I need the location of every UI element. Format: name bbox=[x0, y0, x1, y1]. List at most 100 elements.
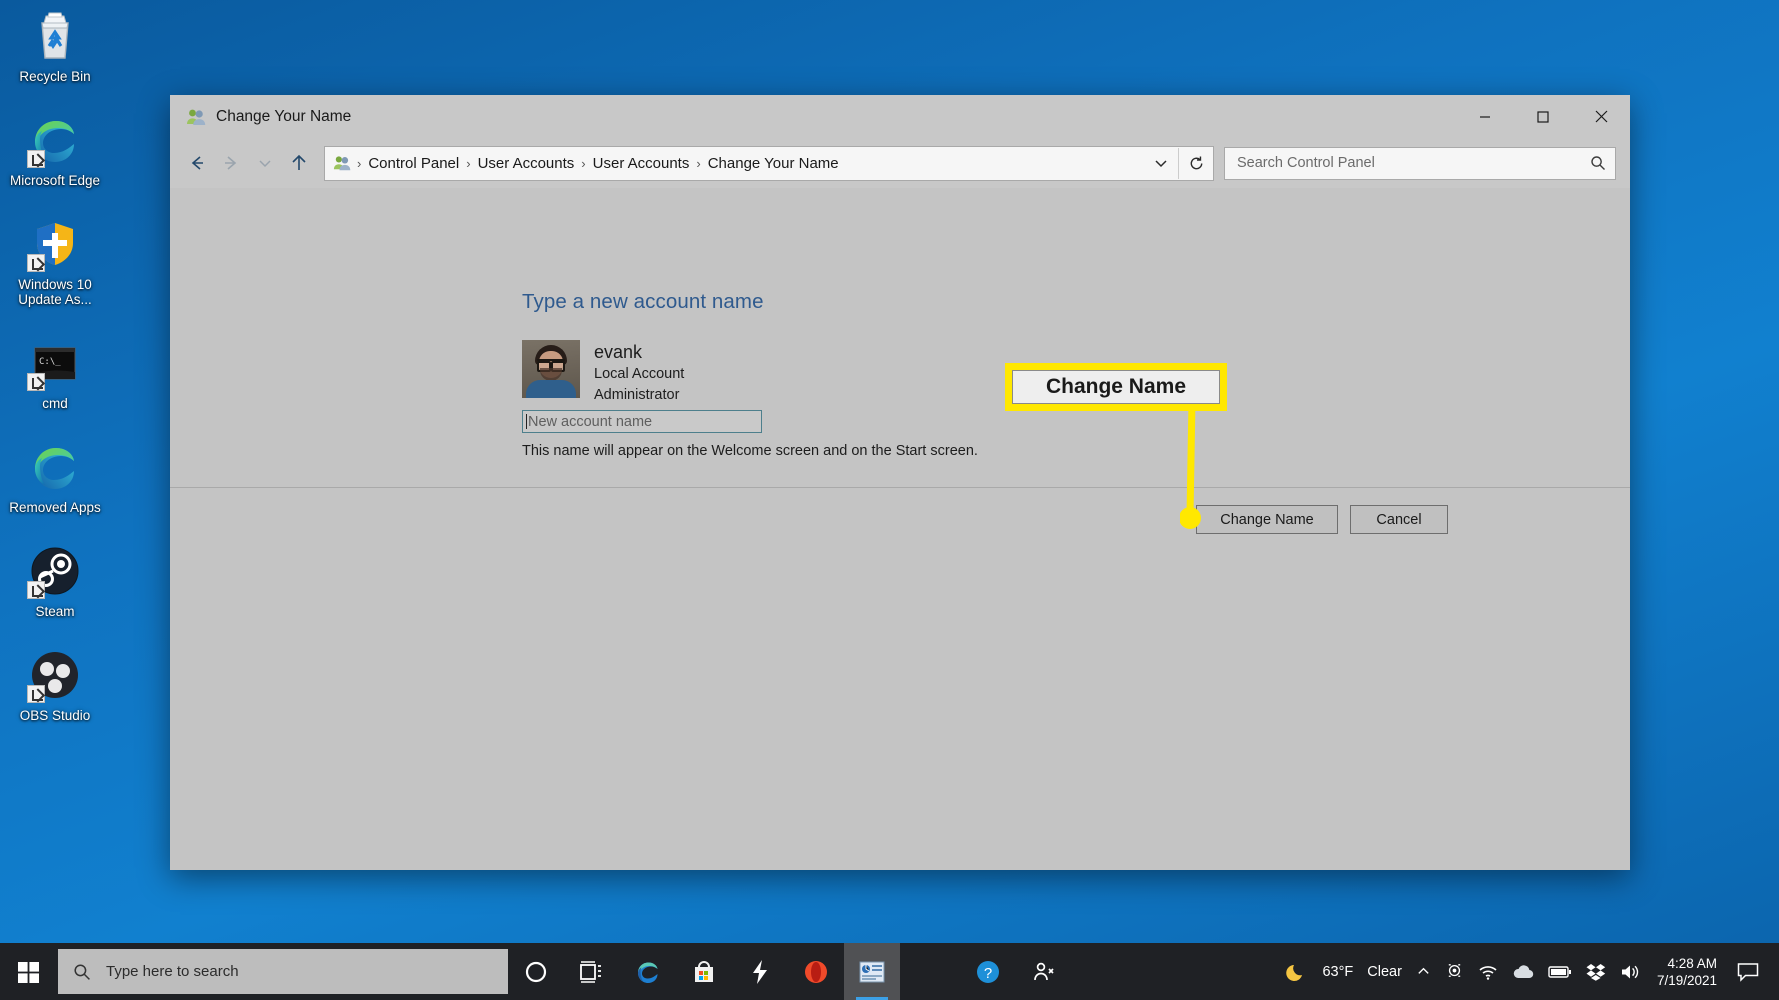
svg-text:?: ? bbox=[984, 965, 992, 982]
maximize-button[interactable] bbox=[1514, 95, 1572, 138]
desktop-icon-label: cmd bbox=[42, 396, 68, 411]
moon-icon[interactable] bbox=[1279, 943, 1315, 1000]
close-button[interactable] bbox=[1572, 95, 1630, 138]
user-accounts-icon bbox=[333, 154, 351, 172]
cortana-icon[interactable] bbox=[508, 943, 564, 1000]
system-tray: 63°F Clear 4:28 AM 7/19/2021 bbox=[1279, 943, 1779, 1000]
shortcut-arrow-icon bbox=[27, 150, 45, 168]
desktop-icon-label: Windows 10 Update As... bbox=[18, 277, 92, 307]
breadcrumb-item-user-accounts[interactable]: User Accounts bbox=[473, 155, 580, 172]
volume-icon[interactable] bbox=[1613, 943, 1649, 1000]
help-support-icon[interactable]: ? bbox=[960, 943, 1016, 1000]
taskbar: Type here to search ? 63°F Clear 4:28 AM… bbox=[0, 943, 1779, 1000]
search-icon[interactable] bbox=[1581, 155, 1615, 171]
obs-studio-icon bbox=[27, 647, 83, 703]
change-your-name-window: Change Your Name › Control Panel › User … bbox=[170, 95, 1630, 870]
desktop-icon-microsoft-edge[interactable]: Microsoft Edge bbox=[7, 112, 103, 188]
desktop-icon-obs-studio[interactable]: OBS Studio bbox=[7, 647, 103, 723]
microsoft-edge-icon bbox=[27, 439, 83, 495]
window-controls bbox=[1456, 95, 1630, 138]
address-bar-actions bbox=[1144, 147, 1213, 179]
account-name: evank bbox=[594, 342, 643, 362]
desktop-icon-cmd[interactable]: C:\_ cmd bbox=[7, 335, 103, 411]
taskbar-search-placeholder: Type here to search bbox=[106, 963, 239, 980]
svg-text:C:\_: C:\_ bbox=[39, 357, 61, 367]
action-center-icon[interactable] bbox=[1729, 943, 1773, 1000]
shortcut-arrow-icon bbox=[27, 581, 45, 599]
user-accounts-icon bbox=[186, 107, 206, 127]
breadcrumb-separator: › bbox=[357, 155, 362, 171]
refresh-icon[interactable] bbox=[1178, 147, 1213, 179]
microsoft-edge-icon[interactable] bbox=[620, 943, 676, 1000]
search-placeholder: Search Control Panel bbox=[1237, 155, 1375, 171]
avatar bbox=[522, 340, 580, 398]
window-title: Change Your Name bbox=[216, 107, 352, 125]
address-bar[interactable]: › Control Panel › User Accounts › User A… bbox=[324, 145, 1214, 181]
onedrive-cloud-icon[interactable] bbox=[1505, 943, 1541, 1000]
breadcrumb-item-user-accounts-2[interactable]: User Accounts bbox=[588, 155, 695, 172]
desktop-icon-steam[interactable]: Steam bbox=[7, 543, 103, 619]
desktop-icon-recycle-bin[interactable]: Recycle Bin bbox=[7, 8, 103, 84]
shortcut-arrow-icon bbox=[27, 254, 45, 272]
callout-highlight-change-name: Change Name bbox=[1005, 363, 1227, 411]
hint-text: This name will appear on the Welcome scr… bbox=[522, 443, 978, 459]
people-icon[interactable] bbox=[1016, 943, 1072, 1000]
microsoft-edge-icon bbox=[27, 112, 83, 168]
change-name-button[interactable]: Change Name bbox=[1196, 505, 1338, 534]
windows-start-button[interactable] bbox=[0, 943, 58, 1000]
desktop-icon-removed-apps[interactable]: Removed Apps bbox=[7, 439, 103, 515]
window-content: Type a new account name evank Local Acco… bbox=[170, 188, 1630, 870]
desktop-icon-label: Recycle Bin bbox=[19, 69, 91, 84]
wifi-icon[interactable] bbox=[1471, 943, 1505, 1000]
command-prompt-icon: C:\_ bbox=[27, 335, 83, 391]
forward-button[interactable] bbox=[214, 146, 248, 180]
account-type: Local Account bbox=[594, 366, 685, 382]
webcam-icon[interactable] bbox=[1438, 943, 1471, 1000]
recycle-bin-icon bbox=[27, 8, 83, 64]
clock-date: 7/19/2021 bbox=[1656, 972, 1717, 988]
control-panel-icon[interactable] bbox=[844, 943, 900, 1000]
taskbar-clock[interactable]: 4:28 AM 7/19/2021 bbox=[1649, 943, 1729, 1000]
task-view-icon[interactable] bbox=[564, 943, 620, 1000]
new-account-name-input[interactable]: New account name bbox=[522, 410, 762, 433]
weather-condition[interactable]: Clear bbox=[1360, 943, 1409, 1000]
search-control-panel-input[interactable]: Search Control Panel bbox=[1224, 146, 1616, 180]
dropbox-icon[interactable] bbox=[1579, 943, 1613, 1000]
recent-locations-button[interactable] bbox=[248, 146, 282, 180]
battery-icon[interactable] bbox=[1541, 943, 1579, 1000]
page-title: Type a new account name bbox=[522, 290, 764, 313]
callout-label: Change Name bbox=[1012, 370, 1220, 404]
lightning-app-icon[interactable] bbox=[732, 943, 788, 1000]
cancel-button[interactable]: Cancel bbox=[1350, 505, 1448, 534]
desktop-icon-windows-10-update-assistant[interactable]: Windows 10 Update As... bbox=[7, 216, 103, 307]
back-button[interactable] bbox=[180, 146, 214, 180]
dialog-button-bar: Change Name Cancel bbox=[170, 488, 1630, 550]
desktop-icon-label: Removed Apps bbox=[9, 500, 101, 515]
breadcrumb-item-change-your-name[interactable]: Change Your Name bbox=[703, 155, 844, 172]
breadcrumb-separator: › bbox=[466, 155, 471, 171]
weather-temperature[interactable]: 63°F bbox=[1315, 943, 1360, 1000]
steam-icon bbox=[27, 543, 83, 599]
new-account-name-placeholder: New account name bbox=[528, 413, 653, 430]
shortcut-arrow-icon bbox=[27, 685, 45, 703]
up-button[interactable] bbox=[282, 146, 316, 180]
desktop-icon-label: OBS Studio bbox=[19, 708, 91, 723]
desktop-icon-area: Recycle Bin Microsoft Edge Windows 10 Up… bbox=[0, 8, 110, 751]
show-hidden-icons-chevron[interactable] bbox=[1409, 943, 1438, 1000]
chevron-down-icon[interactable] bbox=[1144, 148, 1178, 179]
opera-browser-icon[interactable] bbox=[788, 943, 844, 1000]
clock-time: 4:28 AM bbox=[1667, 955, 1717, 971]
navigation-bar: › Control Panel › User Accounts › User A… bbox=[170, 138, 1630, 188]
windows-defender-shield-icon bbox=[27, 216, 83, 272]
minimize-button[interactable] bbox=[1456, 95, 1514, 138]
change-name-panel: Type a new account name evank Local Acco… bbox=[170, 188, 1630, 459]
taskbar-search-input[interactable]: Type here to search bbox=[58, 949, 508, 994]
account-details: evank Local Account Administrator bbox=[594, 340, 684, 406]
account-summary: evank Local Account Administrator bbox=[522, 340, 684, 406]
shortcut-arrow-icon bbox=[27, 373, 45, 391]
account-role: Administrator bbox=[594, 387, 680, 403]
microsoft-store-icon[interactable] bbox=[676, 943, 732, 1000]
breadcrumb-item-control-panel[interactable]: Control Panel bbox=[363, 155, 464, 172]
breadcrumb-separator: › bbox=[581, 155, 586, 171]
desktop-icon-label: Steam bbox=[35, 604, 75, 619]
